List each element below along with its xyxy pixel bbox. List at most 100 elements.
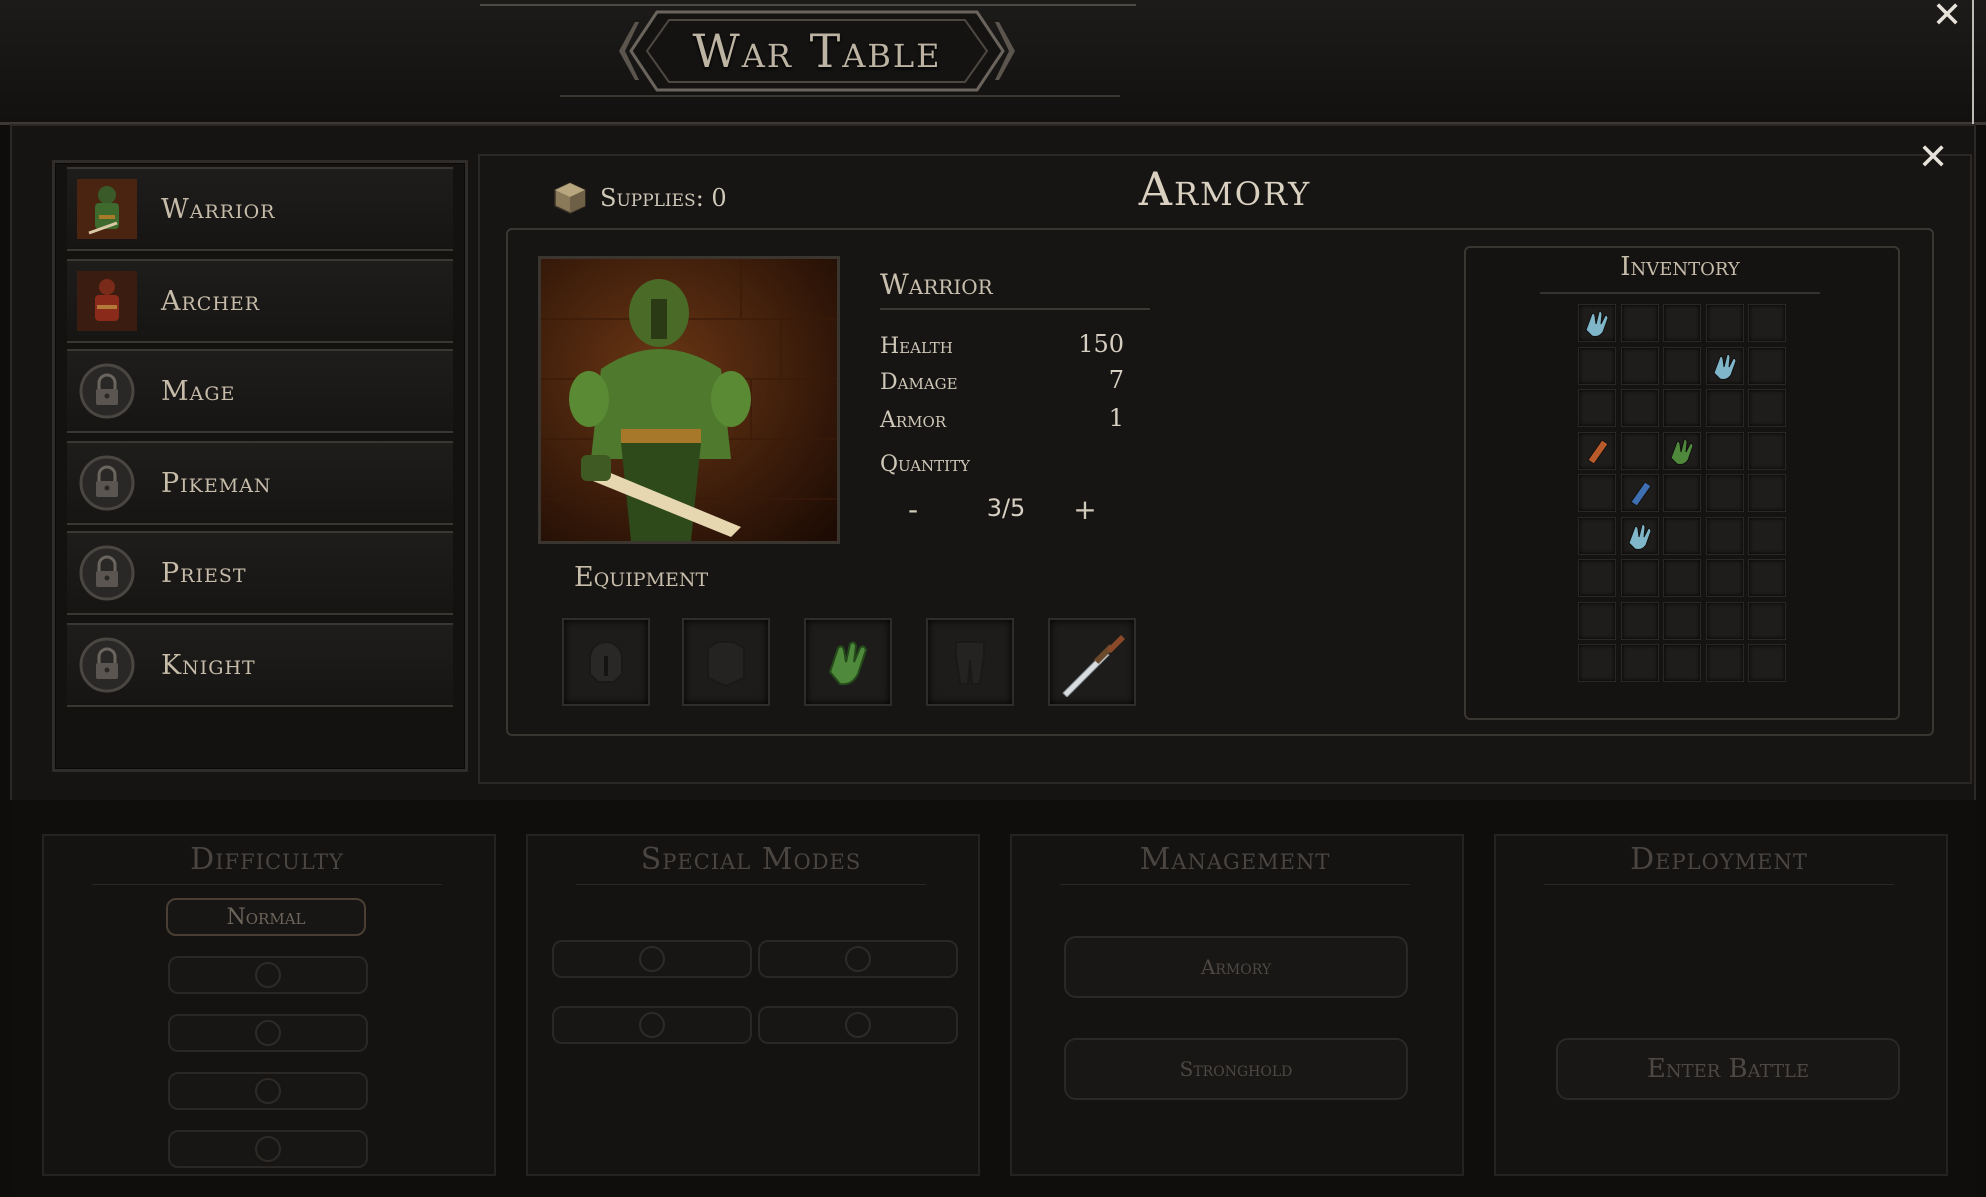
- inventory-slot[interactable]: [1578, 389, 1616, 427]
- enter-battle-button[interactable]: Enter Battle: [1556, 1038, 1900, 1100]
- inventory-slot[interactable]: [1663, 601, 1701, 640]
- inventory-slot[interactable]: [1748, 346, 1786, 385]
- inventory-slot[interactable]: [1663, 389, 1701, 427]
- lock-icon: [639, 946, 665, 972]
- supply-crate-icon: [554, 182, 586, 214]
- title-plate: War Table: [617, 8, 1017, 94]
- inventory-slot[interactable]: [1663, 559, 1701, 597]
- unit-item-pikeman[interactable]: Pikeman: [67, 441, 453, 525]
- inventory-slot[interactable]: [1748, 304, 1786, 342]
- difficulty-locked-button[interactable]: [168, 1014, 368, 1052]
- warrior-portrait-icon: [75, 177, 139, 241]
- inventory-slot[interactable]: [1578, 431, 1616, 470]
- lock-icon: [845, 1012, 871, 1038]
- inventory-slot[interactable]: [1748, 389, 1786, 427]
- deployment-title: Deployment: [1630, 842, 1808, 877]
- inventory-slot[interactable]: [1748, 431, 1786, 470]
- inventory-slot[interactable]: [1578, 346, 1616, 385]
- supplies-counter: Supplies: 0: [552, 176, 727, 220]
- difficulty-locked-button[interactable]: [168, 1130, 368, 1168]
- inventory-slot[interactable]: [1663, 516, 1701, 555]
- inventory-slot[interactable]: [1578, 304, 1616, 342]
- unit-item-mage[interactable]: Mage: [67, 349, 453, 433]
- inventory-slot[interactable]: [1705, 304, 1744, 342]
- stat-label-damage: Damage: [880, 370, 958, 395]
- inventory-slot[interactable]: [1705, 346, 1744, 385]
- inventory-slot[interactable]: [1663, 431, 1701, 470]
- inventory-slot[interactable]: [1620, 474, 1659, 512]
- blue-bracer-icon: [1629, 481, 1652, 507]
- window-title: War Table: [692, 24, 942, 78]
- lock-icon: [845, 946, 871, 972]
- inventory-slot[interactable]: [1748, 559, 1786, 597]
- gloves-slot[interactable]: [804, 618, 892, 706]
- inventory-slot[interactable]: [1705, 431, 1744, 470]
- chest-armor-icon: [707, 641, 745, 688]
- unit-name: Warrior: [161, 193, 276, 225]
- inventory-slot[interactable]: [1663, 644, 1701, 682]
- blue-gauntlet-icon: [1712, 353, 1737, 380]
- inventory-slot[interactable]: [1578, 601, 1616, 640]
- special-mode-locked-button[interactable]: [552, 940, 752, 978]
- inventory-slot[interactable]: [1705, 389, 1744, 427]
- unit-item-archer[interactable]: Archer: [67, 259, 453, 343]
- inventory-slot[interactable]: [1705, 644, 1744, 682]
- inventory-slot[interactable]: [1578, 516, 1616, 555]
- close-window-icon[interactable]: ✕: [1932, 0, 1962, 34]
- inventory-slot[interactable]: [1748, 516, 1786, 555]
- difficulty-normal-button[interactable]: Normal: [166, 898, 366, 936]
- inventory-slot[interactable]: [1748, 644, 1786, 682]
- stronghold-button[interactable]: Stronghold: [1064, 1038, 1408, 1100]
- inventory-slot[interactable]: [1748, 474, 1786, 512]
- chest-slot[interactable]: [682, 618, 770, 706]
- inventory-slot[interactable]: [1620, 389, 1659, 427]
- weapon-slot[interactable]: [1048, 618, 1136, 706]
- difficulty-locked-button[interactable]: [168, 956, 368, 994]
- inventory-slot[interactable]: [1705, 601, 1744, 640]
- leg-armor-icon: [955, 641, 985, 685]
- quantity-increase-button[interactable]: +: [1068, 494, 1102, 528]
- special-mode-locked-button[interactable]: [552, 1006, 752, 1044]
- helmet-slot[interactable]: [562, 618, 650, 706]
- special-modes-divider: [576, 884, 926, 885]
- close-armory-icon[interactable]: ✕: [1918, 140, 1948, 176]
- inventory-slot[interactable]: [1620, 559, 1659, 597]
- inventory-slot[interactable]: [1705, 474, 1744, 512]
- archer-portrait-icon: [75, 269, 139, 333]
- inventory-slot[interactable]: [1663, 474, 1701, 512]
- special-mode-locked-button[interactable]: [758, 1006, 958, 1044]
- inventory-slot[interactable]: [1620, 431, 1659, 470]
- special-modes-title: Special Modes: [640, 842, 862, 877]
- stat-label-armor: Armor: [880, 408, 947, 433]
- legs-slot[interactable]: [926, 618, 1014, 706]
- deployment-divider: [1544, 884, 1894, 885]
- special-mode-locked-button[interactable]: [758, 940, 958, 978]
- inventory-slot[interactable]: [1620, 304, 1659, 342]
- inventory-slot[interactable]: [1620, 346, 1659, 385]
- blue-gauntlet-icon: [1627, 523, 1652, 550]
- inventory-slot[interactable]: [1748, 601, 1786, 640]
- inventory-slot[interactable]: [1620, 516, 1659, 555]
- inventory-slot[interactable]: [1578, 474, 1616, 512]
- sword-icon: [1062, 635, 1125, 697]
- inventory-slot[interactable]: [1578, 559, 1616, 597]
- inventory-slot[interactable]: [1663, 346, 1701, 385]
- inventory-slot[interactable]: [1705, 559, 1744, 597]
- unit-item-priest[interactable]: Priest: [67, 531, 453, 615]
- difficulty-locked-button[interactable]: [168, 1072, 368, 1110]
- quantity-decrease-button[interactable]: -: [896, 494, 930, 528]
- unit-item-warrior[interactable]: Warrior: [67, 167, 453, 251]
- unit-item-knight[interactable]: Knight: [67, 623, 453, 707]
- lock-icon: [639, 1012, 665, 1038]
- helmet-icon: [589, 641, 623, 683]
- lock-icon: [255, 1136, 281, 1162]
- inventory-slot[interactable]: [1663, 304, 1701, 342]
- inventory-slot[interactable]: [1705, 516, 1744, 555]
- difficulty-divider: [92, 884, 442, 885]
- inventory-slot[interactable]: [1620, 601, 1659, 640]
- inventory-slot[interactable]: [1620, 644, 1659, 682]
- blue-gauntlet-icon: [1585, 310, 1609, 337]
- deployment-panel: [1494, 834, 1948, 1176]
- armory-button[interactable]: Armory: [1064, 936, 1408, 998]
- inventory-slot[interactable]: [1578, 644, 1616, 682]
